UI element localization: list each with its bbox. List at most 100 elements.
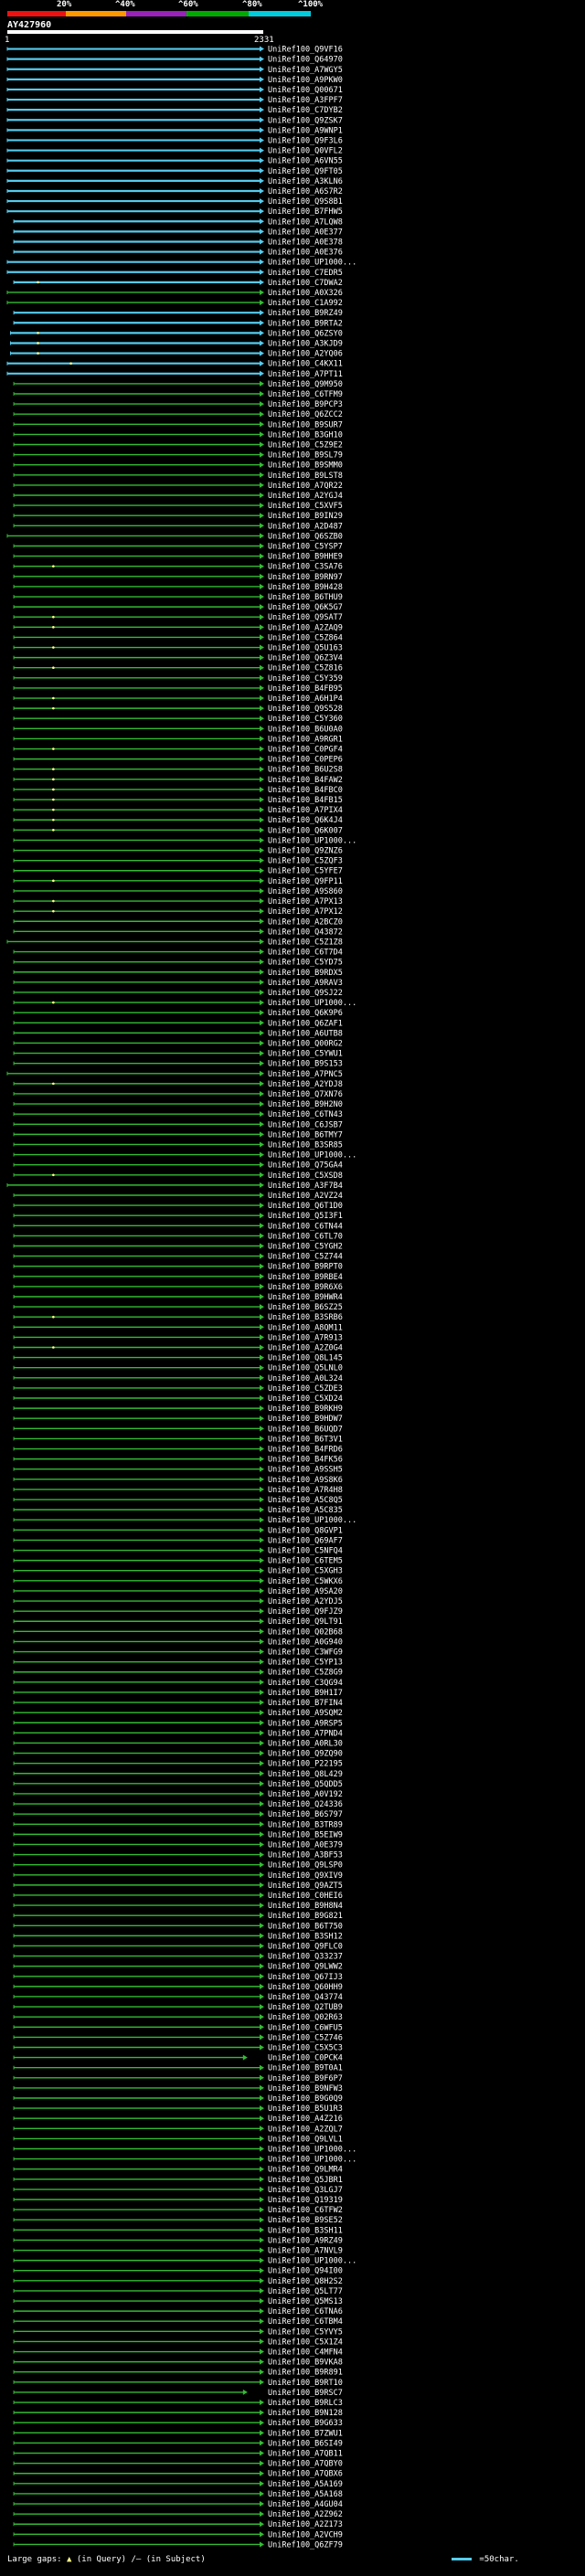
hit-label[interactable]: UniRef100_UP1000... [268,2146,356,2155]
hit-label[interactable]: UniRef100_Q9LT91 [268,1617,343,1627]
hit-label[interactable]: UniRef100_B6U2S8 [268,766,343,775]
hit-label[interactable]: UniRef100_Q5MS13 [268,2297,343,2306]
hit-label[interactable]: UniRef100_B9RKH9 [268,1405,343,1414]
hit-label[interactable]: UniRef100_B9G821 [268,1912,343,1921]
hit-label[interactable]: UniRef100_A5C8Q5 [268,1496,343,1505]
hit-label[interactable]: UniRef100_Q8L145 [268,1354,343,1363]
hit-label[interactable]: UniRef100_B9R6X6 [268,1283,343,1292]
hit-label[interactable]: UniRef100_Q9LMR4 [268,2166,343,2175]
hit-label[interactable]: UniRef100_Q0VFL2 [268,147,343,156]
hit-label[interactable]: UniRef100_A7PIX4 [268,806,343,815]
hit-label[interactable]: UniRef100_B9T0A1 [268,2064,343,2073]
hit-label[interactable]: UniRef100_A7PX12 [268,907,343,917]
hit-label[interactable]: UniRef100_Q5JBR1 [268,2176,343,2185]
hit-label[interactable]: UniRef100_C6TFW2 [268,2206,343,2215]
hit-label[interactable]: UniRef100_C5NFQ4 [268,1547,343,1556]
hit-label[interactable]: UniRef100_B6T3V1 [268,1435,343,1444]
hit-label[interactable]: UniRef100_B7FHW5 [268,207,343,217]
hit-label[interactable]: UniRef100_Q64970 [268,56,343,65]
hit-label[interactable]: UniRef100_B9RN97 [268,573,343,582]
hit-label[interactable]: UniRef100_Q9SJ22 [268,989,343,998]
hit-label[interactable]: UniRef100_C6TEM5 [268,1557,343,1566]
hit-label[interactable]: UniRef100_C5YVY5 [268,2327,343,2337]
hit-label[interactable]: UniRef100_A2YDJ5 [268,1597,343,1606]
hit-label[interactable]: UniRef100_A9RSP5 [268,1719,343,1728]
hit-label[interactable]: UniRef100_B9RLC3 [268,2399,343,2408]
hit-label[interactable]: UniRef100_A3F7B4 [268,1182,343,1191]
hit-label[interactable]: UniRef100_A7QBX6 [268,2470,343,2479]
hit-label[interactable]: UniRef100_C5XSD8 [268,1171,343,1181]
hit-label[interactable]: UniRef100_Q9AZT5 [268,1882,343,1891]
hit-label[interactable]: UniRef100_Q75GA4 [268,1161,343,1171]
hit-label[interactable]: UniRef100_P22195 [268,1760,343,1769]
hit-label[interactable]: UniRef100_C6WFU5 [268,2023,343,2032]
hit-label[interactable]: UniRef100_B6SI49 [268,2439,343,2448]
hit-label[interactable]: UniRef100_Q6K5G7 [268,603,343,612]
hit-label[interactable]: UniRef100_A7PT11 [268,370,343,379]
hit-label[interactable]: UniRef100_A2VZ24 [268,1192,343,1201]
hit-label[interactable]: UniRef100_B9RBE4 [268,1273,343,1282]
hit-label[interactable]: UniRef100_Q6SZB0 [268,532,343,541]
hit-label[interactable]: UniRef100_C5XD24 [268,1394,343,1404]
hit-label[interactable]: UniRef100_A2D487 [268,522,343,531]
hit-label[interactable]: UniRef100_Q6ZSY0 [268,329,343,338]
hit-label[interactable]: UniRef100_Q9FT05 [268,167,343,176]
hit-label[interactable]: UniRef100_B9RT10 [268,2379,343,2388]
hit-label[interactable]: UniRef100_C6TFM9 [268,390,343,399]
hit-label[interactable]: UniRef100_B6S797 [268,1810,343,1819]
hit-label[interactable]: UniRef100_Q02B68 [268,1627,343,1637]
hit-label[interactable]: UniRef100_A9WNP1 [268,126,343,135]
hit-label[interactable]: UniRef100_Q9LSP0 [268,1861,343,1871]
hit-label[interactable]: UniRef100_C5Z864 [268,633,343,642]
hit-label[interactable]: UniRef100_C3QG94 [268,1679,343,1688]
hit-label[interactable]: UniRef100_A4GU04 [268,2500,343,2509]
hit-label[interactable]: UniRef100_A2YDJ8 [268,1080,343,1089]
hit-label[interactable]: UniRef100_B3TR89 [268,1820,343,1829]
hit-label[interactable]: UniRef100_A3KLN6 [268,177,343,186]
hit-label[interactable]: UniRef100_Q19319 [268,2196,343,2205]
hit-label[interactable]: UniRef100_A7WGY5 [268,66,343,75]
hit-label[interactable]: UniRef100_A7QBY0 [268,2460,343,2469]
hit-label[interactable]: UniRef100_UP1000... [268,2257,356,2266]
hit-label[interactable]: UniRef100_A3BF53 [268,1851,343,1860]
hit-label[interactable]: UniRef100_C5Z744 [268,1253,343,1262]
hit-label[interactable]: UniRef100_Q8H2S2 [268,2277,343,2286]
hit-label[interactable]: UniRef100_Q9LWW2 [268,1963,343,1972]
hit-label[interactable]: UniRef100_Q67IJ3 [268,1973,343,1982]
hit-label[interactable]: UniRef100_C5ZQF3 [268,857,343,866]
hit-label[interactable]: UniRef100_C4MFN4 [268,2348,343,2358]
hit-label[interactable]: UniRef100_C5Y359 [268,674,343,684]
hit-label[interactable]: UniRef100_A7PND4 [268,1729,343,1738]
hit-label[interactable]: UniRef100_A0G940 [268,1638,343,1647]
hit-label[interactable]: UniRef100_Q9FLC0 [268,1942,343,1951]
hit-label[interactable]: UniRef100_B3SH11 [268,2226,343,2235]
hit-label[interactable]: UniRef100_C6TBM4 [268,2317,343,2327]
hit-label[interactable]: UniRef100_Q5LT77 [268,2287,343,2296]
hit-label[interactable]: UniRef100_C3WFG9 [268,1648,343,1658]
hit-label[interactable]: UniRef100_UP1000... [268,836,356,845]
hit-label[interactable]: UniRef100_B9SMM0 [268,461,343,471]
hit-label[interactable]: UniRef100_C5YFE7 [268,867,343,876]
hit-label[interactable]: UniRef100_B5U1R3 [268,2104,343,2114]
hit-label[interactable]: UniRef100_C7EDR5 [268,269,343,278]
hit-label[interactable]: UniRef100_C6TN43 [268,1110,343,1119]
hit-label[interactable]: UniRef100_B9N128 [268,2409,343,2418]
hit-label[interactable]: UniRef100_Q8GVP1 [268,1526,343,1535]
hit-label[interactable]: UniRef100_B4FB15 [268,796,343,805]
hit-label[interactable]: UniRef100_A0RL30 [268,1739,343,1748]
hit-label[interactable]: UniRef100_B9F6P7 [268,2074,343,2083]
hit-label[interactable]: UniRef100_A5A169 [268,2480,343,2489]
hit-label[interactable]: UniRef100_A2ZQL7 [268,2125,343,2134]
hit-label[interactable]: UniRef100_Q00RG2 [268,1039,343,1048]
hit-label[interactable]: UniRef100_Q6ZCC2 [268,410,343,419]
hit-label[interactable]: UniRef100_B9HHE9 [268,553,343,562]
hit-label[interactable]: UniRef100_A2YGJ4 [268,492,343,501]
hit-label[interactable]: UniRef100_B9H8N4 [268,1902,343,1911]
hit-label[interactable]: UniRef100_B9PCP3 [268,400,343,409]
hit-label[interactable]: UniRef100_C5Z8G9 [268,1669,343,1678]
hit-label[interactable]: UniRef100_A2Z173 [268,2520,343,2529]
hit-label[interactable]: UniRef100_Q9ZNZ6 [268,847,343,856]
hit-label[interactable]: UniRef100_A7R913 [268,1333,343,1342]
hit-label[interactable]: UniRef100_B6SZ25 [268,1303,343,1312]
hit-label[interactable]: UniRef100_Q9S528 [268,705,343,714]
